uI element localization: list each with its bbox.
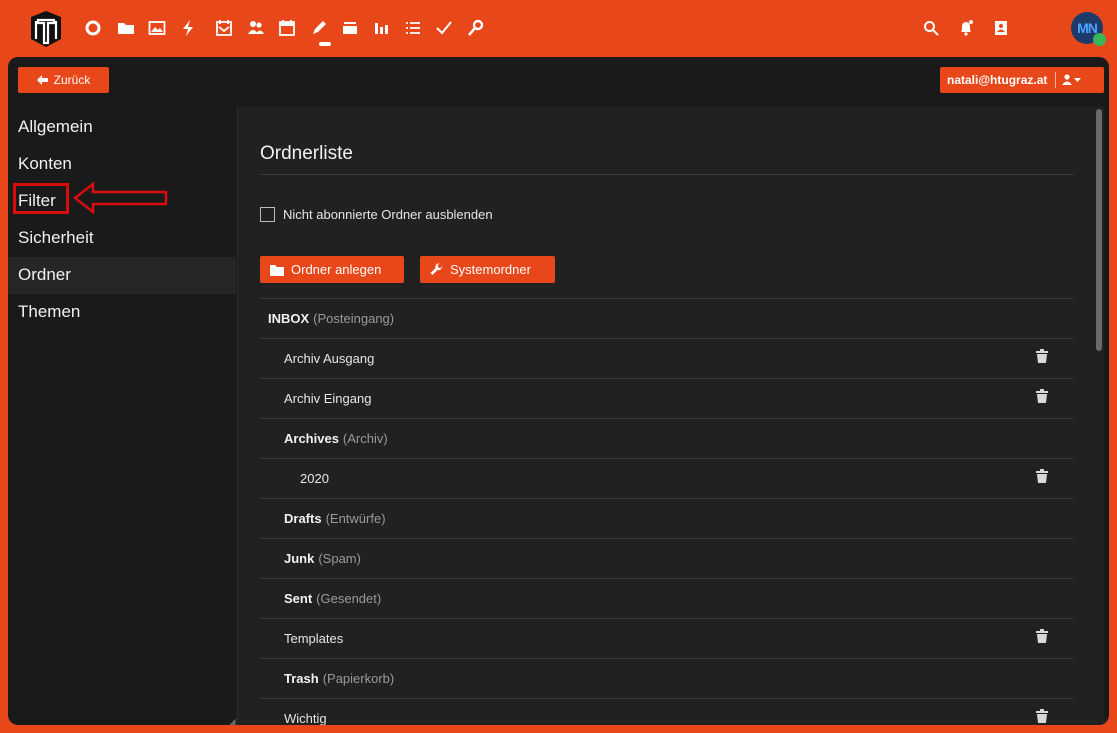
back-button-label: Zurück: [53, 73, 91, 87]
trash-icon[interactable]: [1036, 469, 1048, 483]
folder-name-text: INBOX: [268, 311, 310, 326]
search-icon[interactable]: [920, 17, 942, 39]
divider: [260, 174, 1074, 175]
folder-name: Trash: [284, 671, 319, 686]
folder-row[interactable]: Templates: [260, 618, 1074, 658]
folder-row[interactable]: Trash (Papierkorb): [260, 658, 1074, 698]
calendar-mail-icon[interactable]: [213, 17, 235, 39]
logo-icon[interactable]: [26, 9, 66, 49]
folder-name-text: Templates: [284, 631, 344, 646]
resize-handle-icon[interactable]: ◢: [228, 717, 236, 725]
scrollbar-thumb[interactable]: [1096, 109, 1102, 351]
key-icon[interactable]: [465, 17, 487, 39]
folder-system-label: (Posteingang): [313, 311, 395, 326]
hide-unsubscribed-label: Nicht abonnierte Ordner ausblenden: [283, 207, 493, 222]
folder-name-text: 2020: [300, 471, 329, 486]
annotation-arrow-left-icon: [73, 181, 168, 215]
folder-name-text: Sent: [284, 591, 313, 606]
filter-highlight-box: [13, 183, 69, 214]
sidebar-item-ordner[interactable]: Ordner: [8, 257, 236, 294]
folder-name: Templates: [284, 631, 343, 646]
trash-icon[interactable]: [1036, 629, 1048, 643]
folder-name-text: Archives: [284, 431, 339, 446]
create-folder-label: Ordner anlegen: [291, 262, 382, 277]
trash-icon[interactable]: [1036, 349, 1048, 363]
folder-name: Junk: [284, 551, 314, 566]
folder-list: INBOX (Posteingang) Archiv Ausgang Archiv E…: [260, 298, 1074, 725]
pencil-icon[interactable]: [308, 17, 330, 39]
folder-name-text: Trash: [284, 671, 319, 686]
sidebar-item-themen[interactable]: Themen: [8, 294, 236, 331]
system-folders-button[interactable]: Systemordner: [420, 256, 555, 283]
chart-icon[interactable]: [370, 17, 392, 39]
folder-row[interactable]: Sent (Gesendet): [260, 578, 1074, 618]
active-nav-indicator: [319, 42, 331, 46]
back-button[interactable]: Zurück: [18, 67, 109, 93]
settings-sidebar: Allgemein Konten Filter Sicherheit Ordne…: [8, 109, 236, 331]
folder-row[interactable]: Drafts (Entwürfe): [260, 498, 1074, 538]
folder-icon[interactable]: [115, 17, 137, 39]
folder-name: Wichtig: [284, 711, 327, 725]
folder-system-label: (Archiv): [342, 431, 388, 446]
folder-row[interactable]: 2020: [260, 458, 1074, 498]
sidebar-item-sicherheit[interactable]: Sicherheit: [8, 220, 236, 257]
sidebar-item-allgemein[interactable]: Allgemein: [8, 109, 236, 146]
page-title: Ordnerliste: [260, 143, 353, 164]
arrow-left-icon: [36, 75, 48, 85]
folder-row[interactable]: Archiv Eingang: [260, 378, 1074, 418]
user-dropdown-icon: [1062, 74, 1082, 86]
folder-name: INBOX: [268, 311, 309, 326]
top-nav-bar: MN: [0, 0, 1117, 56]
bell-icon[interactable]: [955, 17, 977, 39]
folder-name: Archiv Ausgang: [284, 351, 374, 366]
check-icon[interactable]: [433, 17, 455, 39]
folder-list-panel: Ordnerliste Nicht abonnierte Ordner ausb…: [237, 107, 1104, 725]
folder-name: Sent: [284, 591, 312, 606]
hide-unsubscribed-checkbox[interactable]: [260, 207, 275, 222]
bolt-icon[interactable]: [177, 17, 199, 39]
divider: [1055, 72, 1057, 88]
folder-row[interactable]: Archives (Archiv): [260, 418, 1074, 458]
trash-icon[interactable]: [1036, 709, 1048, 723]
folder-name-text: Junk: [284, 551, 315, 566]
folder-system-label: (Entwürfe): [325, 511, 386, 526]
folder-row[interactable]: Junk (Spam): [260, 538, 1074, 578]
hide-unsubscribed-option[interactable]: Nicht abonnierte Ordner ausblenden: [260, 207, 493, 222]
wrench-icon: [430, 263, 443, 275]
list-icon[interactable]: [402, 17, 424, 39]
folder-row[interactable]: Wichtig: [260, 698, 1074, 725]
folder-row[interactable]: Archiv Ausgang: [260, 338, 1074, 378]
folder-name-text: Archiv Ausgang: [284, 351, 375, 366]
avatar-initials: MN: [1077, 20, 1098, 36]
create-folder-button[interactable]: Ordner anlegen: [260, 256, 404, 283]
folder-system-label: (Papierkorb): [322, 671, 395, 686]
calendar-icon[interactable]: [276, 17, 298, 39]
circle-icon[interactable]: [82, 17, 104, 39]
folder-system-label: (Gesendet): [316, 591, 382, 606]
contact-card-icon[interactable]: [990, 17, 1012, 39]
users-icon[interactable]: [245, 17, 267, 39]
scrollbar[interactable]: [1096, 109, 1102, 722]
trash-icon[interactable]: [1036, 389, 1048, 403]
folder-name-text: Archiv Eingang: [284, 391, 372, 406]
folder-name: 2020: [300, 471, 329, 486]
user-email: natali@htugraz.at: [947, 73, 1048, 87]
avatar[interactable]: MN: [1071, 12, 1106, 46]
folder-name-text: Drafts: [284, 511, 322, 526]
user-menu-button[interactable]: natali@htugraz.at: [940, 67, 1104, 93]
folder-row[interactable]: INBOX (Posteingang): [260, 298, 1074, 338]
stack-icon[interactable]: [339, 17, 361, 39]
folder-name: Archiv Eingang: [284, 391, 371, 406]
folder-name-text: Wichtig: [284, 711, 327, 725]
folder-name: Drafts: [284, 511, 322, 526]
sidebar-item-konten[interactable]: Konten: [8, 146, 236, 183]
folder-system-label: (Spam): [318, 551, 361, 566]
settings-frame: Zurück natali@htugraz.at Allgemein Konte…: [8, 57, 1109, 725]
image-icon[interactable]: [146, 17, 168, 39]
folder-icon: [270, 264, 284, 276]
online-status-dot: [1093, 33, 1106, 46]
system-folders-label: Systemordner: [450, 262, 531, 277]
folder-name: Archives: [284, 431, 339, 446]
